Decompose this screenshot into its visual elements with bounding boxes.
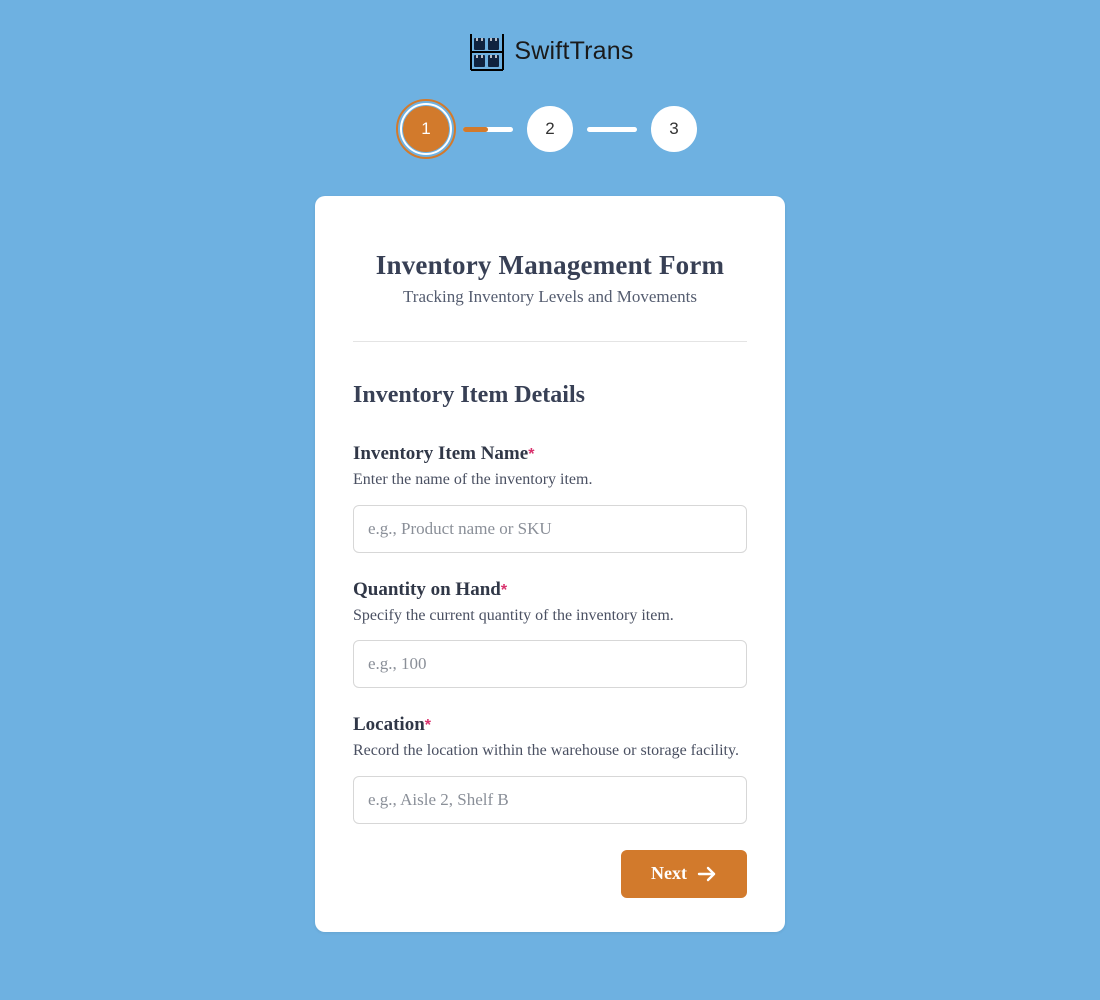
warehouse-shelf-icon	[466, 30, 508, 72]
arrow-right-icon	[697, 866, 717, 882]
required-marker: *	[528, 446, 534, 463]
location-input[interactable]	[353, 776, 747, 824]
step-3[interactable]: 3	[651, 106, 697, 152]
brand-name: SwiftTrans	[514, 37, 633, 66]
location-label: Location	[353, 714, 425, 735]
next-button-label: Next	[651, 863, 687, 884]
form-subtitle: Tracking Inventory Levels and Movements	[353, 287, 747, 307]
quantity-help: Specify the current quantity of the inve…	[353, 605, 747, 627]
field-location: Location* Record the location within the…	[353, 714, 747, 824]
step-indicator: 1 2 3	[403, 106, 697, 152]
brand-logo: SwiftTrans	[466, 30, 633, 72]
location-help: Record the location within the warehouse…	[353, 740, 747, 762]
item-name-label: Inventory Item Name	[353, 443, 528, 464]
step-connector-1	[463, 127, 513, 132]
item-name-help: Enter the name of the inventory item.	[353, 469, 747, 491]
section-title: Inventory Item Details	[353, 382, 747, 409]
field-quantity: Quantity on Hand* Specify the current qu…	[353, 579, 747, 689]
step-2[interactable]: 2	[527, 106, 573, 152]
item-name-input[interactable]	[353, 505, 747, 553]
required-marker: *	[425, 717, 431, 734]
quantity-label: Quantity on Hand	[353, 579, 501, 600]
quantity-input[interactable]	[353, 640, 747, 688]
divider	[353, 341, 747, 342]
form-title: Inventory Management Form	[353, 250, 747, 281]
field-item-name: Inventory Item Name* Enter the name of t…	[353, 443, 747, 553]
next-button[interactable]: Next	[621, 850, 747, 898]
required-marker: *	[501, 582, 507, 599]
step-1[interactable]: 1	[403, 106, 449, 152]
form-card: Inventory Management Form Tracking Inven…	[315, 196, 785, 932]
step-connector-2	[587, 127, 637, 132]
